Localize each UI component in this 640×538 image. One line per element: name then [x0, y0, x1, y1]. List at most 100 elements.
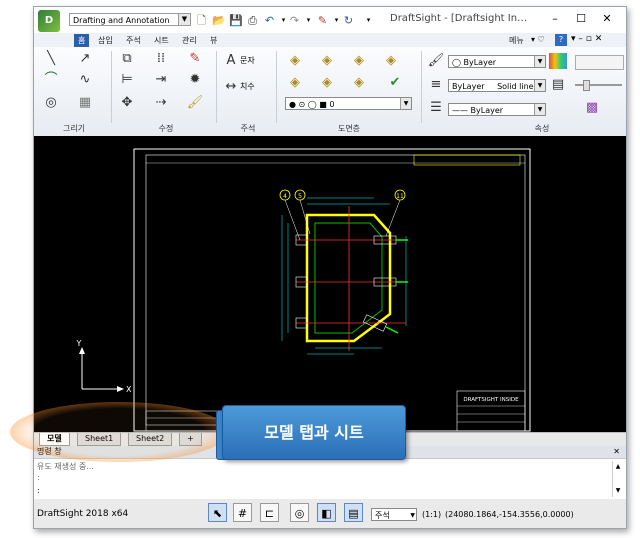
dimension-button-label[interactable]: 치수	[240, 81, 255, 92]
layer-off-icon[interactable]: ◈	[350, 75, 368, 91]
new-file-icon[interactable]: 🗋	[195, 14, 208, 27]
tab-home[interactable]: 홈	[74, 34, 90, 47]
tab-manage[interactable]: 관리	[178, 34, 201, 47]
balloon-4-label: 4	[283, 193, 287, 200]
color-palette-icon[interactable]	[549, 53, 567, 69]
help-icon[interactable]: ?	[555, 34, 567, 46]
layer-state-icon[interactable]: ◈	[350, 53, 368, 69]
group-label-draw: 그리기	[62, 124, 86, 133]
ribbon-separator	[421, 51, 422, 123]
stretch-icon[interactable]: ⇢	[152, 95, 170, 111]
slider-handle[interactable]	[583, 80, 590, 91]
ribbon-restore-buttons[interactable]: ▾ – ▫ ✕	[571, 34, 602, 44]
linestyle-icon[interactable]: ≡	[427, 77, 445, 93]
tab-sheet[interactable]: 시트	[150, 34, 173, 47]
tab-model[interactable]: 모델	[39, 433, 70, 446]
window-title: DraftSight - [Draftsight In…	[390, 13, 528, 24]
annotation-scale-select[interactable]: 주석 ▼	[371, 508, 417, 521]
layer-manager-icon[interactable]: ◈	[318, 53, 336, 69]
properties-brush-icon[interactable]: 🖌	[427, 53, 445, 69]
command-history-line: 유도 재생성 중...	[37, 462, 94, 471]
ribbon-panel: ╲ ↗ ⌒ ∿ ◎ ▦ 그리기 ⧉ ⁞⁞ ✎ ⊨ ⇥ ✹ ✥ ⇢ 🖌 수정 A …	[34, 47, 626, 137]
layer-isolate-icon[interactable]: ◈	[286, 75, 304, 91]
minimize-button[interactable]: –	[545, 11, 565, 27]
sheet-inner-border	[145, 154, 526, 432]
add-sheet-button[interactable]: +	[179, 433, 202, 446]
line-icon[interactable]: ╲	[42, 51, 60, 67]
array-icon[interactable]: ⁞⁞	[152, 51, 170, 67]
rotate-icon[interactable]: ✥	[118, 95, 136, 111]
linescale-icon[interactable]: ▤	[549, 77, 567, 93]
lineweight-select-value: ByLayer	[470, 106, 504, 115]
polar-icon[interactable]: ◎	[290, 503, 309, 522]
workspace-select[interactable]: Drafting and Annotation ▼	[69, 13, 191, 26]
open-folder-icon[interactable]: 📂	[212, 14, 226, 27]
status-bar: DraftSight 2018 x64 ⬉ # ⊏ ◎ ◧ ▤ 주석 ▼ (1:…	[34, 499, 626, 528]
maximize-button[interactable]: ☐	[571, 11, 591, 27]
tab-annotate[interactable]: 주석	[122, 34, 145, 47]
match-properties-icon[interactable]: 🖌	[186, 95, 204, 111]
group-label-annotate: 주석	[240, 124, 256, 133]
circle-icon[interactable]: ◎	[42, 95, 60, 111]
tab-view[interactable]: 뷰	[206, 34, 221, 47]
spline-icon[interactable]: ∿	[76, 72, 94, 88]
transparency-field[interactable]	[575, 55, 624, 70]
chevron-down-icon: ▼	[400, 98, 411, 109]
properties-panel-icon[interactable]: ▩	[583, 100, 601, 116]
refresh-icon[interactable]: ↻	[342, 14, 355, 27]
trim-icon[interactable]: ⇥	[152, 72, 170, 88]
grid-icon[interactable]: #	[233, 503, 252, 522]
color-select[interactable]: ◯ ByLayer ▼	[448, 55, 546, 68]
revision-table	[413, 154, 521, 166]
erase-icon[interactable]: ✎	[186, 51, 204, 67]
layer-select[interactable]: ● ⊙ ◯ ■ 0 ▼	[285, 97, 412, 110]
lineweight-select[interactable]: —— ByLayer ▼	[448, 103, 546, 116]
linestyle-select[interactable]: ByLayer Solid line ▼	[448, 79, 546, 92]
app-logo-icon[interactable]: D	[38, 10, 60, 32]
explode-icon[interactable]: ✹	[186, 72, 204, 88]
quick-access-menu-icon[interactable]: ▾	[362, 14, 375, 27]
redo-dropdown-icon[interactable]: ▾	[302, 14, 315, 27]
polyline-icon[interactable]: ↗	[76, 51, 94, 67]
eraser-icon[interactable]: ✎	[316, 14, 329, 27]
command-scrollbar[interactable]: ▲ ▼	[612, 461, 623, 497]
command-window[interactable]: 유도 재생성 중... : : ▲ ▼	[34, 458, 626, 500]
menu-label[interactable]: 메뉴	[509, 35, 524, 46]
move-icon[interactable]: ⧉	[118, 51, 136, 67]
drawing-svg: 4 5 11 DRAFTSIGHT INSIDE Y X	[76, 148, 531, 432]
group-label-layer: 도면층	[337, 124, 361, 133]
dimension-icon[interactable]: ↔	[222, 79, 240, 95]
lineweight-sample-icon: ——	[452, 106, 471, 115]
layer-freeze-icon[interactable]: ◈	[318, 75, 336, 91]
text-icon[interactable]: A	[222, 53, 240, 69]
layer-previous-icon[interactable]: ◈	[382, 53, 400, 69]
hatch-icon[interactable]: ▦	[76, 95, 94, 111]
chevron-down-icon: ▼	[410, 512, 415, 519]
redo-icon[interactable]: ↷	[288, 14, 301, 27]
print-icon[interactable]: ⎙	[246, 14, 259, 27]
close-button[interactable]: ✕	[597, 11, 617, 27]
lineweight-icon[interactable]: ☰	[427, 100, 445, 116]
save-icon[interactable]: 💾	[229, 14, 243, 27]
callout-box: 모델 탭과 시트	[222, 405, 406, 460]
tab-sheet2[interactable]: Sheet2	[128, 433, 173, 446]
workspace-select-value: Drafting and Annotation	[73, 16, 170, 25]
drawing-canvas[interactable]: 4 5 11 DRAFTSIGHT INSIDE Y X	[34, 136, 626, 432]
tab-insert[interactable]: 삽입	[94, 34, 117, 47]
close-icon[interactable]: ✕	[613, 446, 620, 458]
linestyle-select-value: ByLayer	[452, 82, 485, 91]
select-cursor-icon[interactable]: ⬉	[208, 503, 227, 522]
offset-icon[interactable]: ⊨	[118, 72, 136, 88]
menu-dropdown-icon[interactable]: ▾ ♡	[531, 35, 545, 44]
layer-icon[interactable]: ◈	[286, 53, 304, 69]
command-prompt[interactable]: :	[37, 486, 40, 495]
check-icon[interactable]: ✔	[386, 75, 404, 91]
tab-sheet1[interactable]: Sheet1	[77, 433, 122, 446]
undo-icon[interactable]: ↶	[263, 14, 276, 27]
arc-icon[interactable]: ⌒	[42, 72, 60, 88]
text-button-label[interactable]: 문자	[240, 55, 255, 66]
etrack-icon[interactable]: ▤	[344, 503, 363, 522]
ortho-icon[interactable]: ⊏	[260, 503, 279, 522]
layer-select-value: 0	[329, 100, 335, 109]
esnap-icon[interactable]: ◧	[317, 503, 336, 522]
